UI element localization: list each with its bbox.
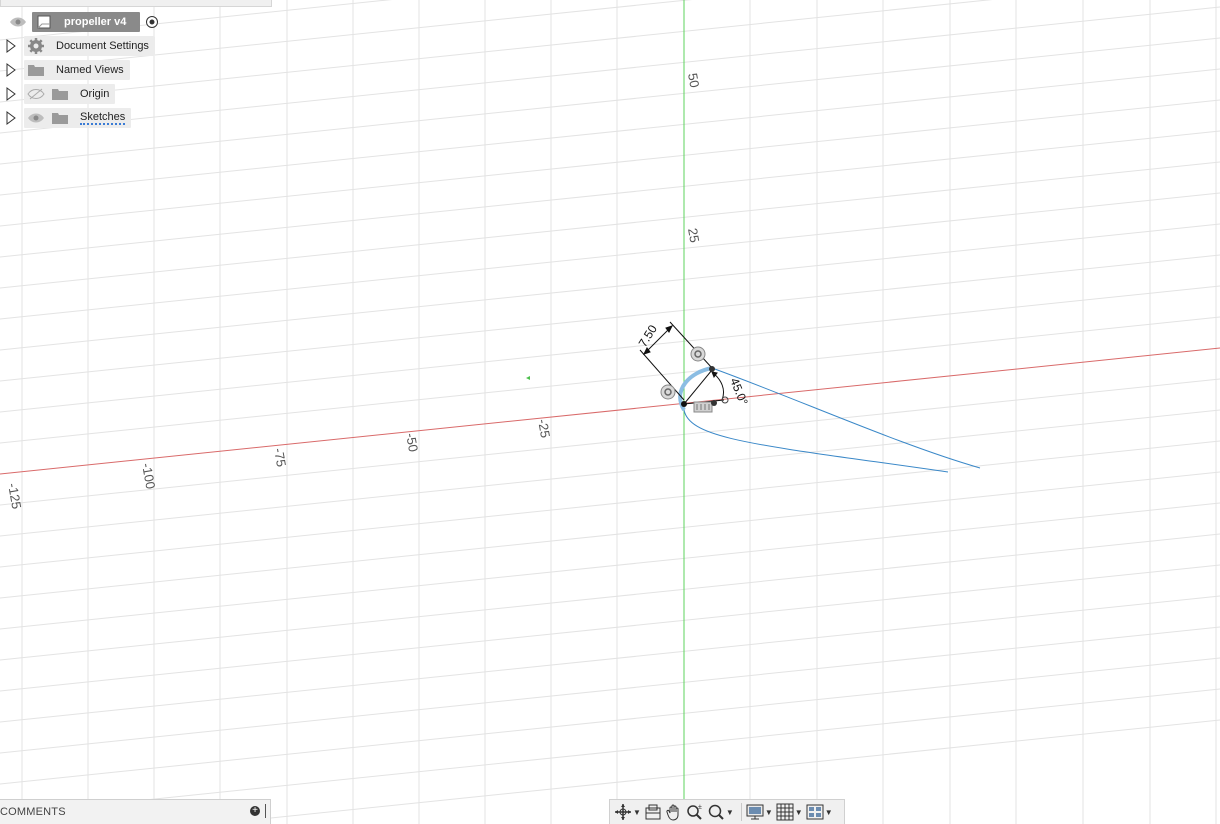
- browser-item-document-settings[interactable]: Document Settings: [0, 35, 155, 57]
- y-tick-label: 50: [685, 72, 702, 89]
- grid-line: [0, 657, 1220, 785]
- dimension-angle[interactable]: [683, 369, 725, 405]
- expand-triangle-icon[interactable]: [4, 59, 18, 81]
- grid-line: [0, 533, 1220, 661]
- expand-triangle-icon[interactable]: [4, 107, 18, 129]
- look-at-button[interactable]: [644, 802, 662, 822]
- browser-item-label: Document Settings: [56, 40, 149, 52]
- navigation-toolbar: ▼ ± ▼ ▼ ▼ ▼: [609, 799, 845, 824]
- tangent-constraint-icon[interactable]: [660, 384, 676, 400]
- coincident-constraint-icon[interactable]: [690, 346, 706, 362]
- browser-header-bar: [0, 0, 272, 7]
- fix-constraint-icon[interactable]: [693, 401, 713, 413]
- browser-node[interactable]: Named Views: [24, 60, 130, 80]
- gear-icon: [26, 37, 46, 55]
- folder-icon: [26, 61, 46, 79]
- y-tick-label: 25: [685, 227, 702, 244]
- grid-line: [0, 471, 1220, 599]
- look-at-icon: [645, 804, 661, 820]
- browser-item-sketches[interactable]: Sketches: [0, 107, 132, 129]
- x-tick-label: -100: [139, 462, 158, 490]
- x-tick-label: -50: [403, 432, 421, 453]
- sketch-point[interactable]: [681, 401, 687, 407]
- grid-line: [0, 409, 1220, 537]
- comments-label: COMMENTS: [0, 806, 66, 818]
- eye-icon[interactable]: [8, 13, 28, 31]
- zoom-icon: ±: [687, 804, 702, 820]
- folder-icon: [50, 109, 70, 127]
- zoom-window-button[interactable]: ▼: [707, 802, 734, 822]
- grid-line: [0, 440, 1220, 568]
- browser-item-label: Origin: [80, 88, 110, 100]
- browser-panel: propeller v4 Document Settings Named Vie…: [0, 0, 280, 140]
- zoom-window-icon: [708, 804, 724, 820]
- grid-line: [0, 688, 1220, 816]
- browser-root-label: propeller v4: [64, 16, 127, 28]
- comments-panel[interactable]: COMMENTS +: [0, 799, 271, 824]
- expand-triangle-icon[interactable]: [4, 35, 18, 57]
- dimension-angle-label[interactable]: 45.0°: [727, 376, 751, 408]
- chevron-down-icon[interactable]: ▼: [795, 808, 803, 817]
- orbit-icon: [615, 804, 631, 820]
- viewports-button[interactable]: ▼: [806, 802, 833, 822]
- browser-item-label: Named Views: [56, 64, 124, 76]
- chevron-down-icon[interactable]: ▼: [726, 808, 734, 817]
- chevron-down-icon[interactable]: ▼: [633, 808, 641, 817]
- chevron-down-icon[interactable]: ▼: [765, 808, 773, 817]
- grid-line: [0, 378, 1220, 506]
- toolbar-separator: [740, 803, 742, 821]
- browser-node[interactable]: Document Settings: [24, 36, 155, 56]
- airfoil-lower-curve[interactable]: [683, 409, 949, 473]
- grid-line: [0, 285, 1220, 413]
- dimension-length-label[interactable]: 7.50: [636, 322, 660, 350]
- expand-triangle-icon[interactable]: [4, 83, 18, 105]
- sketch-point[interactable]: [709, 366, 715, 372]
- x-axis-line: [0, 347, 1220, 475]
- browser-node[interactable]: Sketches: [24, 108, 132, 128]
- grid-settings-icon: [776, 803, 794, 821]
- activate-radio-icon[interactable]: [142, 13, 162, 31]
- zoom-button[interactable]: ±: [686, 802, 704, 822]
- grid-line: [0, 130, 1220, 258]
- pan-icon: [666, 804, 679, 821]
- grid-line: [0, 595, 1220, 723]
- browser-root-node[interactable]: propeller v4: [32, 12, 141, 32]
- constraint-glyphs[interactable]: [660, 346, 729, 413]
- svg-text:±: ±: [698, 804, 702, 811]
- grid-line: [0, 161, 1220, 289]
- sketch-point[interactable]: [711, 400, 717, 406]
- grid-line: [0, 192, 1220, 320]
- display-settings-icon: [746, 804, 764, 820]
- browser-item-named-views[interactable]: Named Views: [0, 59, 130, 81]
- x-tick-label: -25: [535, 418, 553, 439]
- display-settings-button[interactable]: ▼: [746, 802, 773, 822]
- sketch-profile[interactable]: [678, 366, 981, 473]
- grid-settings-button[interactable]: ▼: [776, 802, 803, 822]
- add-comment-icon[interactable]: +: [250, 806, 260, 816]
- x-tick-label: -125: [5, 482, 24, 510]
- x-tick-label: -75: [271, 447, 289, 468]
- viewports-icon: [806, 804, 824, 820]
- grid-line: [0, 254, 1220, 382]
- pan-button[interactable]: [665, 802, 683, 822]
- folder-icon: [50, 85, 70, 103]
- browser-root-row[interactable]: propeller v4: [0, 11, 162, 33]
- orbit-button[interactable]: ▼: [614, 802, 641, 822]
- eye-icon[interactable]: [26, 109, 46, 127]
- grid-line: [0, 223, 1220, 351]
- panel-collapse-icon[interactable]: [265, 804, 268, 818]
- component-icon: [34, 13, 54, 31]
- grid-line: [0, 502, 1220, 630]
- browser-item-origin[interactable]: Origin: [0, 83, 116, 105]
- grid-line: [0, 564, 1220, 692]
- y-tick-labels: 50 25: [685, 72, 702, 244]
- grid-line: [0, 316, 1220, 444]
- browser-node[interactable]: Origin: [24, 84, 116, 104]
- browser-item-label: Sketches: [80, 111, 126, 125]
- grid-line: [0, 626, 1220, 754]
- eye-hidden-icon[interactable]: [26, 85, 46, 103]
- point-marker: [526, 376, 530, 380]
- chevron-down-icon[interactable]: ▼: [825, 808, 833, 817]
